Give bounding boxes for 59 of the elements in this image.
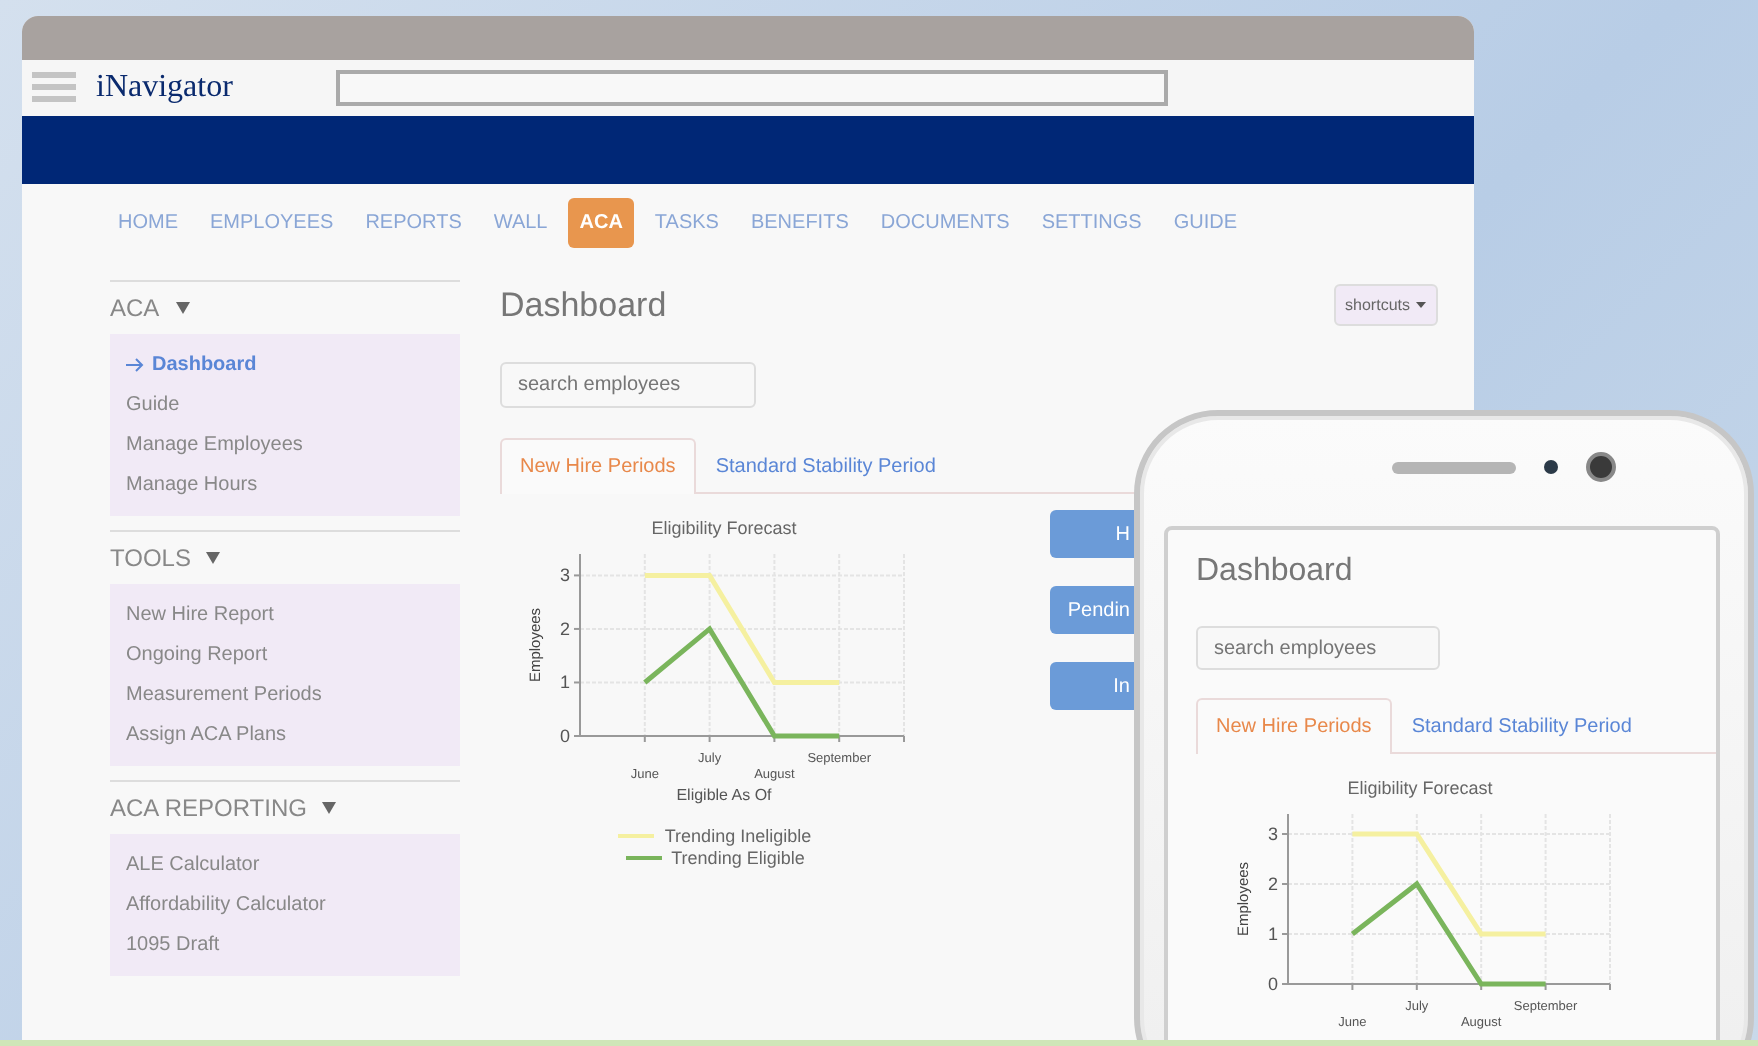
dropdown-triangle-icon[interactable] (175, 302, 190, 314)
tab[interactable]: New Hire Periods (1196, 698, 1392, 754)
action-button[interactable]: H (1050, 510, 1134, 558)
sidebar-item[interactable]: Ongoing Report (126, 636, 444, 674)
sidebar-item[interactable]: Assign ACA Plans (126, 716, 444, 754)
chart-title: Eligibility Forecast (651, 518, 797, 538)
nav-tab[interactable]: BENEFITS (738, 197, 861, 247)
sidebar-item[interactable]: Guide (126, 386, 444, 424)
sidebar-item[interactable]: Measurement Periods (126, 676, 444, 714)
nav-tab[interactable]: HOME (106, 197, 190, 247)
search-field[interactable]: search employees (500, 362, 756, 408)
dropdown-triangle-icon[interactable] (322, 802, 337, 814)
tab[interactable]: New Hire Periods (500, 438, 696, 494)
speaker-icon (1392, 461, 1516, 473)
nav-tab[interactable]: TASKS (642, 197, 731, 247)
nav-tab[interactable]: DOCUMENTS (868, 197, 1022, 247)
arrow-icon (126, 358, 144, 372)
section-heading: ACA (110, 294, 160, 322)
shortcuts-button[interactable]: shortcuts (1333, 284, 1438, 326)
sidebar-item[interactable]: New Hire Report (126, 596, 444, 634)
search-field[interactable]: search employees (1196, 626, 1440, 670)
legend-label: Trending Ineligible (664, 826, 812, 846)
caret-icon (1416, 302, 1426, 308)
y-tick-label: 2 (559, 618, 570, 639)
section-heading: ACA REPORTING (110, 794, 307, 822)
sidebar-item[interactable]: Manage Hours (126, 466, 444, 504)
y-tick-label: 0 (559, 726, 570, 746)
y-tick-label: 1 (559, 672, 570, 693)
nav-tab[interactable]: GUIDE (1161, 197, 1250, 247)
tab[interactable]: Standard Stability Period (1391, 698, 1652, 754)
app-logo: iNavigator (96, 70, 235, 106)
nav-tab[interactable]: REPORTS (353, 197, 474, 247)
nav-tab[interactable]: WALL (481, 197, 560, 247)
sensor-icon (1544, 460, 1558, 474)
address-field[interactable] (336, 70, 1168, 106)
action-button[interactable]: In (1050, 662, 1134, 710)
dropdown-triangle-icon[interactable] (206, 552, 221, 564)
page-title: Dashboard (1196, 554, 1355, 590)
sidebar-item[interactable]: Dashboard (126, 346, 444, 384)
y-tick-label: 1 (1267, 924, 1278, 944)
camera-icon (1586, 452, 1616, 482)
sidebar-item[interactable]: ALE Calculator (126, 846, 444, 884)
chart-title: Eligibility Forecast (1347, 778, 1493, 798)
nav-tab[interactable]: SETTINGS (1029, 197, 1154, 247)
tab[interactable]: Standard Stability Period (695, 438, 956, 494)
action-button[interactable]: Pendin (1050, 586, 1134, 634)
axis-label: Eligible As Of (676, 786, 772, 804)
y-tick-label: 3 (1267, 824, 1278, 844)
nav-tab[interactable]: ACA (567, 197, 635, 247)
page-title: Dashboard (500, 285, 667, 325)
section-heading: TOOLS (110, 544, 191, 572)
legend-label: Trending Eligible (671, 848, 805, 868)
y-tick-label: 0 (1267, 974, 1278, 994)
y-tick-label: 2 (1267, 874, 1278, 894)
sidebar-item[interactable]: Affordability Calculator (126, 886, 444, 924)
y-tick-label: 3 (559, 565, 570, 586)
nav-tab[interactable]: EMPLOYEES (198, 197, 346, 247)
sidebar-item[interactable]: Manage Employees (126, 426, 444, 464)
sidebar-item[interactable]: 1095 Draft (126, 926, 444, 964)
